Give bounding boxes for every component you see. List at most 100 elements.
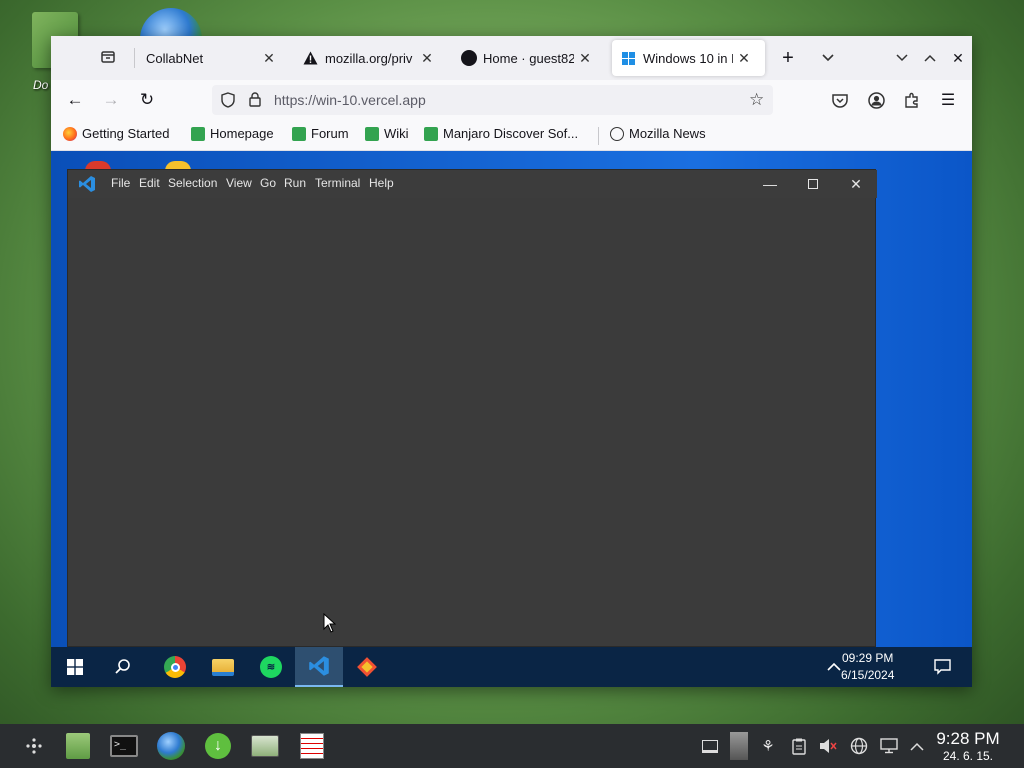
show-desktop-icon[interactable] [697, 724, 723, 768]
bookmark-label: Forum [311, 126, 349, 141]
close-icon[interactable]: ✕ [844, 172, 868, 196]
windows-clock[interactable]: 09:29 PM 6/15/2024 [841, 650, 894, 684]
list-tabs-chevron-icon[interactable] [816, 46, 840, 70]
browser-window: CollabNet ✕ mozilla.org/priv ✕ Home · gu… [51, 36, 972, 687]
manjaro-icon [191, 126, 205, 141]
clipboard-icon[interactable] [786, 724, 812, 768]
spotify-icon[interactable]: ≋ [247, 647, 295, 687]
window-maximize-chevron-icon[interactable] [919, 46, 941, 70]
app-launcher-icon[interactable] [14, 724, 54, 768]
pocket-icon[interactable] [826, 86, 854, 114]
forward-arrow-icon[interactable]: → [97, 86, 125, 114]
window-minimize-chevron-icon[interactable] [891, 46, 913, 70]
network-globe-icon[interactable] [846, 724, 872, 768]
tab-collabnet[interactable]: CollabNet ✕ [136, 40, 290, 76]
vscode-taskbar-icon[interactable] [295, 647, 343, 687]
shield-icon[interactable] [221, 92, 235, 111]
close-tab-icon[interactable]: ✕ [258, 50, 280, 67]
system-clock-time: 9:28 PM [936, 729, 1000, 748]
tab-title: Home · guest82 [483, 50, 574, 66]
kde-panel: >_ ↓ ⚘ 9:28 PM 24. 6. 15. [0, 724, 1024, 768]
firefox-icon [63, 126, 77, 141]
bookmark-homepage[interactable]: Homepage [191, 126, 274, 141]
chrome-icon[interactable] [151, 647, 199, 687]
notification-icon[interactable] [934, 659, 951, 678]
vscode-titlebar: File Edit Selection View Go Run Terminal… [68, 170, 877, 198]
windows-taskbar: ≋ 09:29 PM 6/15/2024 [51, 647, 972, 687]
close-tab-icon[interactable]: ✕ [416, 50, 438, 67]
windows-start-icon[interactable] [51, 647, 99, 687]
bookmark-star-icon[interactable]: ☆ [749, 90, 764, 110]
terminal-icon[interactable]: >_ [104, 724, 144, 768]
firefox-view-icon[interactable] [98, 47, 118, 67]
minimize-icon[interactable]: — [758, 172, 782, 196]
bookmark-label: Homepage [210, 126, 274, 141]
url-bar[interactable]: https://win-10.vercel.app ☆ [212, 85, 773, 115]
warning-icon [303, 51, 319, 65]
menu-terminal[interactable]: Terminal [315, 176, 360, 190]
system-settings-icon[interactable] [245, 724, 285, 768]
windows-icon [622, 51, 636, 65]
account-icon[interactable] [862, 86, 890, 114]
menu-help[interactable]: Help [369, 176, 394, 190]
browser-globe-icon[interactable] [151, 724, 191, 768]
search-icon[interactable] [99, 647, 147, 687]
bookmark-label: Mozilla News [629, 126, 706, 141]
notes-app-icon[interactable] [58, 724, 98, 768]
extensions-puzzle-icon[interactable] [898, 86, 926, 114]
kde-connect-icon[interactable]: ⚘ [755, 724, 781, 768]
globe-icon [610, 126, 624, 141]
git-icon[interactable] [343, 647, 391, 687]
tab-title: mozilla.org/priv [325, 50, 413, 66]
close-tab-icon[interactable]: ✕ [574, 50, 596, 67]
menu-file[interactable]: File [111, 176, 130, 190]
editor-area[interactable] [68, 198, 875, 646]
tab-separator [134, 48, 135, 68]
download-icon[interactable]: ↓ [198, 724, 238, 768]
text-editor-icon[interactable] [292, 724, 332, 768]
manjaro-icon [424, 126, 438, 141]
bookmark-getting-started[interactable]: Getting Started [63, 126, 169, 141]
window-thumbnail-icon[interactable] [726, 724, 752, 768]
menu-selection[interactable]: Selection [168, 176, 217, 190]
reload-icon[interactable]: ↻ [133, 86, 161, 114]
show-hidden-icons-chevron-icon[interactable] [827, 659, 841, 674]
display-config-icon[interactable] [876, 724, 902, 768]
tab-title: Windows 10 in B [643, 50, 733, 66]
back-arrow-icon[interactable]: ← [61, 86, 89, 114]
lock-icon[interactable] [249, 92, 261, 110]
github-icon [461, 50, 477, 66]
bookmark-separator [598, 127, 599, 145]
bookmark-forum[interactable]: Forum [292, 126, 349, 141]
tray-expand-chevron-icon[interactable] [904, 724, 930, 768]
bookmark-manjaro-discover[interactable]: Manjaro Discover Sof... [424, 126, 578, 141]
tab-github-home[interactable]: Home · guest82 ✕ [451, 40, 606, 76]
vscode-window: File Edit Selection View Go Run Terminal… [67, 169, 877, 647]
new-tab-button[interactable]: + [776, 46, 800, 70]
tab-bar: CollabNet ✕ mozilla.org/priv ✕ Home · gu… [51, 36, 972, 80]
bookmark-label: Getting Started [82, 126, 170, 141]
system-clock[interactable]: 9:28 PM 24. 6. 15. [930, 729, 1006, 763]
menu-view[interactable]: View [226, 176, 252, 190]
desktop-icon-label: Do [33, 78, 49, 92]
windows-clock-time: 09:29 PM [842, 651, 894, 665]
manjaro-icon [365, 126, 379, 141]
tab-mozilla-privacy[interactable]: mozilla.org/priv ✕ [293, 40, 448, 76]
tab-windows-10[interactable]: Windows 10 in B ✕ [612, 40, 765, 76]
menu-run[interactable]: Run [284, 176, 306, 190]
volume-muted-icon[interactable] [815, 724, 841, 768]
mouse-cursor-icon [323, 612, 337, 636]
menu-edit[interactable]: Edit [139, 176, 160, 190]
menu-go[interactable]: Go [260, 176, 276, 190]
hamburger-menu-icon[interactable]: ☰ [934, 86, 962, 114]
bookmark-mozilla-news[interactable]: Mozilla News [610, 126, 706, 141]
tab-title: CollabNet [146, 50, 204, 66]
close-tab-icon[interactable]: ✕ [733, 50, 755, 67]
url-text[interactable]: https://win-10.vercel.app [274, 92, 426, 108]
web-page-content: File Edit Selection View Go Run Terminal… [51, 151, 972, 687]
file-explorer-icon[interactable] [199, 647, 247, 687]
bookmark-wiki[interactable]: Wiki [365, 126, 409, 141]
vscode-logo-icon [78, 175, 96, 196]
maximize-icon[interactable] [801, 172, 825, 196]
window-close-icon[interactable]: ✕ [947, 46, 969, 70]
